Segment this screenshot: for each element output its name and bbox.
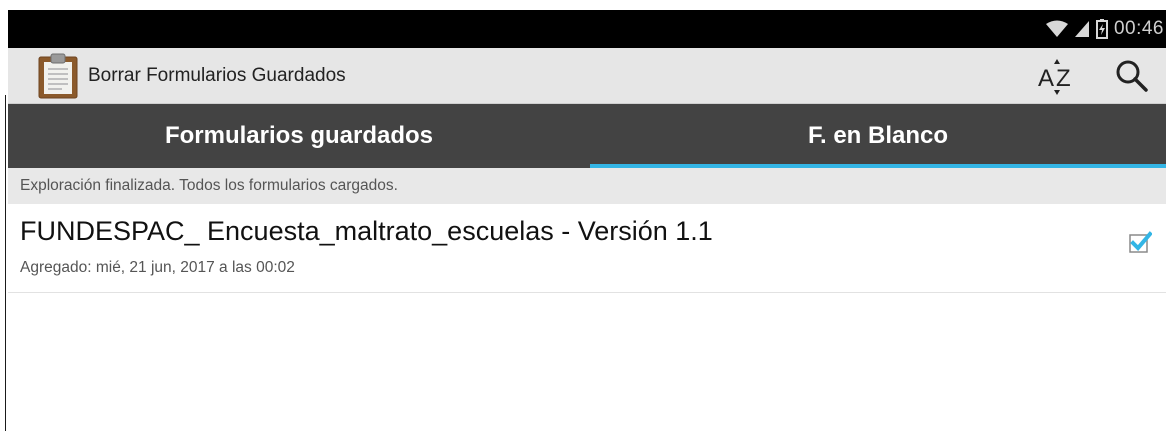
clipboard-icon[interactable]: [38, 53, 78, 99]
form-title: FUNDESPAC_ Encuesta_maltrato_escuelas - …: [20, 216, 713, 246]
svg-text:A: A: [1038, 65, 1054, 92]
svg-text:Z: Z: [1056, 65, 1071, 92]
form-date: Agregado: mié, 21 jun, 2017 a las 00:02: [20, 259, 295, 276]
search-icon[interactable]: [1111, 56, 1153, 96]
tab-blank-forms[interactable]: F. en Blanco: [590, 104, 1166, 168]
status-notice: Exploración finalizada. Todos los formul…: [8, 168, 1166, 204]
status-notice-text: Exploración finalizada. Todos los formul…: [20, 177, 398, 194]
checkbox-checked-icon[interactable]: [1128, 230, 1152, 254]
signal-icon: [1074, 21, 1089, 37]
page-title: Borrar Formularios Guardados: [88, 65, 346, 86]
tab-saved-forms[interactable]: Formularios guardados: [8, 104, 590, 168]
status-bar: 00:46: [8, 10, 1166, 48]
action-bar: Borrar Formularios Guardados A Z: [8, 48, 1166, 104]
status-icons: 00:46: [1045, 10, 1166, 48]
tab-bar: Formularios guardados F. en Blanco: [8, 104, 1166, 168]
wifi-icon: [1045, 20, 1068, 37]
status-time: 00:46: [1113, 18, 1164, 39]
list-item[interactable]: FUNDESPAC_ Encuesta_maltrato_escuelas - …: [8, 204, 1166, 293]
battery-icon: [1095, 19, 1108, 39]
window-edge: [0, 0, 6, 431]
sort-az-icon[interactable]: A Z: [1035, 55, 1079, 97]
